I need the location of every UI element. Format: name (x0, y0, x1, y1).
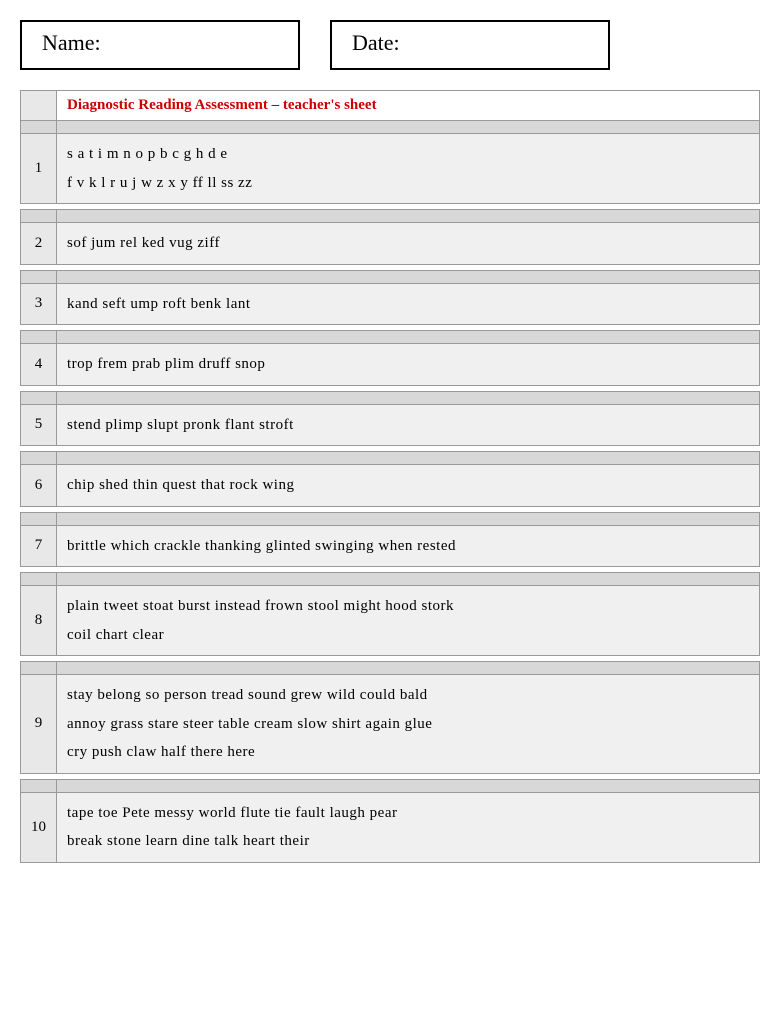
separator-row (21, 452, 760, 465)
row-number: 1 (21, 134, 57, 204)
row-number: 7 (21, 525, 57, 567)
word-cell: s a t i m n o p b c g h d e f v k l r u j… (57, 134, 760, 204)
separator-row (21, 121, 760, 134)
row-number: 3 (21, 283, 57, 325)
table-row: 9 stay belong so person tread sound grew … (21, 675, 760, 774)
name-label: Name: (42, 30, 101, 55)
table-row: 6 chip shed thin quest that rock wing (21, 465, 760, 507)
separator-row (21, 331, 760, 344)
separator-row (21, 662, 760, 675)
word-line: f v k l r u j w z x y ff ll ss zz (67, 175, 252, 191)
table-row: 5 stend plimp slupt pronk flant stroft (21, 404, 760, 446)
title-row: Diagnostic Reading Assessment – teacher'… (21, 91, 760, 121)
table-row: 4 trop frem prab plim druff snop (21, 344, 760, 386)
row-number: 8 (21, 586, 57, 656)
word-cell: tape toe Pete messy world flute tie faul… (57, 792, 760, 862)
word-cell: stay belong so person tread sound grew w… (57, 675, 760, 774)
separator-row (21, 270, 760, 283)
word-line: tape toe Pete messy world flute tie faul… (67, 805, 397, 821)
row-number: 9 (21, 675, 57, 774)
word-line: cry push claw half there here (67, 744, 255, 760)
table-row: 7 brittle which crackle thanking glinted … (21, 525, 760, 567)
word-line: plain tweet stoat burst instead frown st… (67, 598, 454, 614)
word-line: annoy grass stare steer table cream slow… (67, 716, 432, 732)
word-cell: stend plimp slupt pronk flant stroft (57, 404, 760, 446)
row-number: 5 (21, 404, 57, 446)
word-line: stend plimp slupt pronk flant stroft (67, 417, 294, 433)
word-line: coil chart clear (67, 627, 164, 643)
word-line: kand seft ump roft benk lant (67, 296, 251, 312)
separator-row (21, 210, 760, 223)
row-number: 2 (21, 223, 57, 265)
word-cell: trop frem prab plim druff snop (57, 344, 760, 386)
date-field[interactable]: Date: (330, 20, 610, 70)
word-line: chip shed thin quest that rock wing (67, 477, 294, 493)
assessment-table: Diagnostic Reading Assessment – teacher'… (20, 90, 760, 868)
word-cell: plain tweet stoat burst instead frown st… (57, 586, 760, 656)
word-line: break stone learn dine talk heart their (67, 833, 310, 849)
table-row: 1 s a t i m n o p b c g h d e f v k l r u … (21, 134, 760, 204)
table-row: 8 plain tweet stoat burst instead frown s… (21, 586, 760, 656)
name-field[interactable]: Name: (20, 20, 300, 70)
word-line: s a t i m n o p b c g h d e (67, 146, 228, 162)
separator-row (21, 573, 760, 586)
table-row: 3 kand seft ump roft benk lant (21, 283, 760, 325)
word-line: trop frem prab plim druff snop (67, 356, 265, 372)
word-cell: sof jum rel ked vug ziff (57, 223, 760, 265)
word-line: stay belong so person tread sound grew w… (67, 687, 428, 703)
word-line: sof jum rel ked vug ziff (67, 235, 220, 251)
spacer-row (21, 862, 760, 868)
word-cell: kand seft ump roft benk lant (57, 283, 760, 325)
table-title: Diagnostic Reading Assessment – teacher'… (57, 91, 760, 121)
table-row: 10 tape toe Pete messy world flute tie fa… (21, 792, 760, 862)
row-number: 6 (21, 465, 57, 507)
separator-row (21, 512, 760, 525)
separator-row (21, 779, 760, 792)
header: Name: Date: (20, 20, 760, 70)
table-row: 2 sof jum rel ked vug ziff (21, 223, 760, 265)
separator-row (21, 391, 760, 404)
word-cell: chip shed thin quest that rock wing (57, 465, 760, 507)
row-number: 4 (21, 344, 57, 386)
word-line: brittle which crackle thanking glinted s… (67, 538, 456, 554)
title-num-cell (21, 91, 57, 121)
date-label: Date: (352, 30, 400, 55)
row-number: 10 (21, 792, 57, 862)
word-cell: brittle which crackle thanking glinted s… (57, 525, 760, 567)
